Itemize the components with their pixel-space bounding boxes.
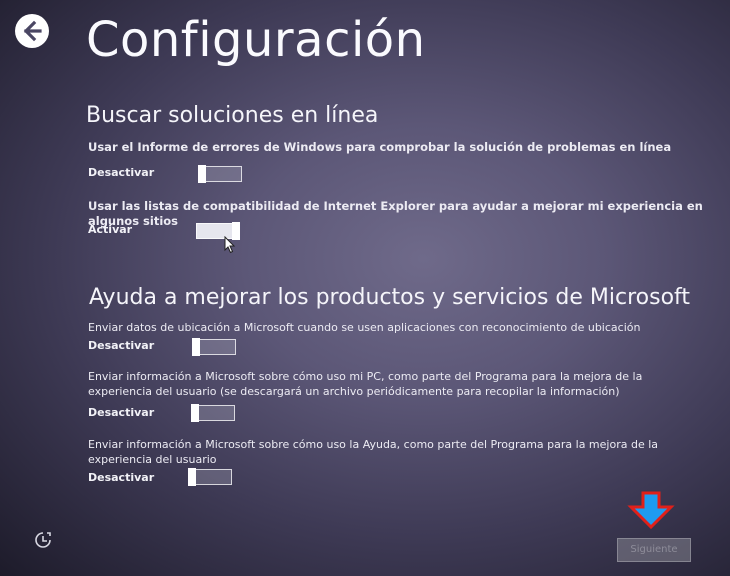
- setting-state-ie-compatibility: Activar: [88, 223, 133, 236]
- back-button[interactable]: [13, 12, 51, 50]
- setting-description-pc-usage: Enviar información a Microsoft sobre cóm…: [88, 370, 643, 398]
- page-title: Configuración: [86, 12, 426, 68]
- toggle-knob: [198, 165, 206, 183]
- setting-state-location-data: Desactivar: [88, 339, 155, 352]
- settings-page: Configuración Buscar soluciones en línea…: [0, 0, 730, 576]
- section-heading-online-solutions: Buscar soluciones en línea: [86, 103, 379, 128]
- toggle-knob: [188, 468, 196, 486]
- next-button[interactable]: Siguiente: [617, 538, 691, 562]
- ease-of-access-icon[interactable]: [33, 530, 53, 550]
- down-arrow-annotation-icon: [627, 491, 675, 530]
- toggle-knob: [191, 404, 199, 422]
- toggle-knob: [192, 338, 200, 356]
- setting-state-error-reporting: Desactivar: [88, 166, 155, 179]
- setting-description-error-reporting: Usar el Informe de errores de Windows pa…: [88, 140, 672, 154]
- setting-description-location-data: Enviar datos de ubicación a Microsoft cu…: [88, 321, 641, 334]
- back-arrow-icon: [15, 14, 49, 48]
- setting-state-help-usage: Desactivar: [88, 471, 155, 484]
- toggle-location-data[interactable]: [192, 338, 236, 356]
- setting-description-help-usage: Enviar información a Microsoft sobre cóm…: [88, 438, 659, 466]
- toggle-pc-usage[interactable]: [191, 404, 235, 422]
- setting-description-ie-compatibility: Usar las listas de compatibilidad de Int…: [88, 199, 703, 228]
- mouse-pointer-icon: [224, 236, 236, 254]
- setting-state-pc-usage: Desactivar: [88, 406, 155, 419]
- toggle-help-usage[interactable]: [188, 468, 232, 486]
- toggle-error-reporting[interactable]: [198, 165, 242, 183]
- section-heading-improve-products: Ayuda a mejorar los productos y servicio…: [89, 285, 691, 310]
